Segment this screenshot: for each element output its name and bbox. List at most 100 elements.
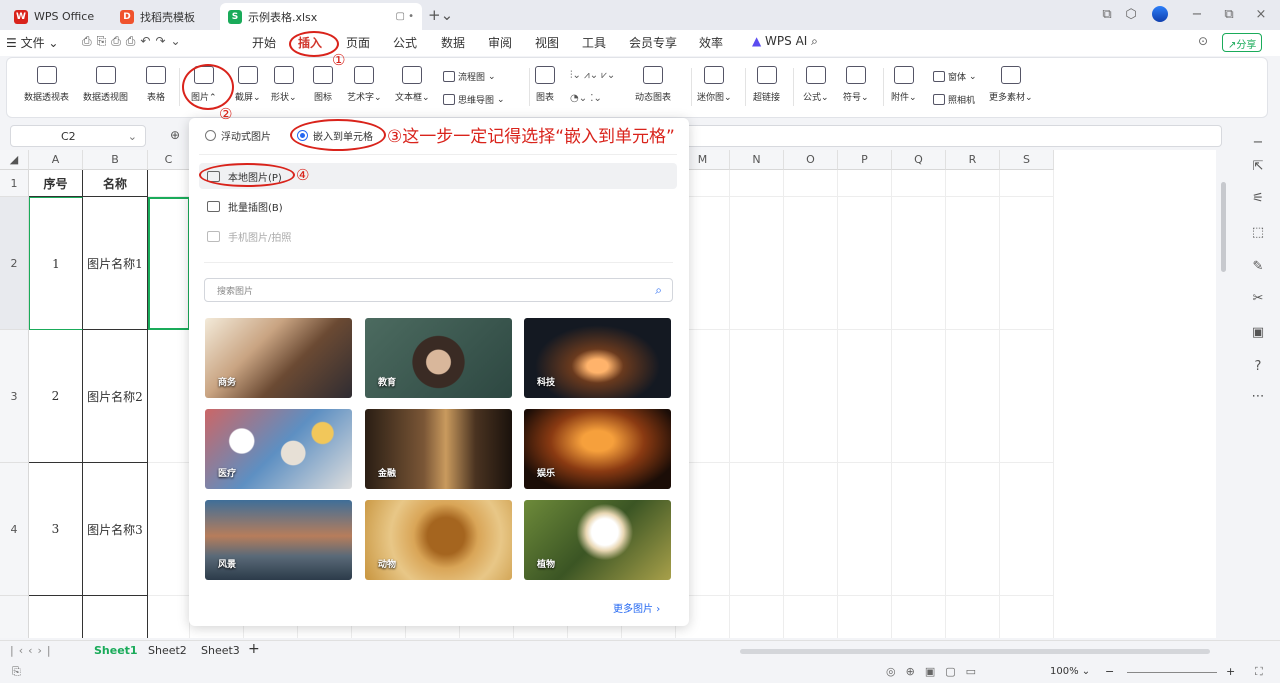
column-header[interactable]: R [946, 150, 1000, 170]
column-header[interactable]: A [29, 150, 83, 170]
scroll-thumb[interactable] [1221, 182, 1226, 272]
grid-cell[interactable] [1000, 170, 1054, 197]
attachment-button[interactable]: 附件⌄ [891, 66, 917, 103]
tab-workbook[interactable]: S 示例表格.xlsx ▢ • [220, 3, 422, 30]
grid-cell[interactable] [730, 596, 784, 638]
grid-cell[interactable] [946, 330, 1000, 463]
zoom-slider[interactable] [1127, 672, 1217, 673]
menu-file[interactable]: ☰ 文件 ⌄ [6, 34, 58, 51]
chart-button[interactable]: 图表 [535, 66, 555, 103]
menu-data[interactable]: 数据 [441, 34, 465, 51]
table-cell[interactable]: 图片名称1 [83, 197, 148, 330]
grid-cell[interactable] [946, 197, 1000, 330]
category-plants[interactable]: 植物 [524, 500, 671, 580]
help-icon[interactable]: ? [1249, 358, 1267, 376]
grid-cell[interactable] [838, 197, 892, 330]
zoom-out-icon[interactable]: − [1105, 665, 1114, 678]
formula-insert-button[interactable]: 公式⌄ [803, 66, 829, 103]
chart-type-buttons-2[interactable]: ◔⌄ ⁚⌄ [570, 93, 602, 104]
zoom-in-icon[interactable]: + [1226, 665, 1235, 678]
tools-icon[interactable]: ✂ [1249, 290, 1267, 308]
zoom-level[interactable]: 100% ⌄ [1050, 666, 1090, 677]
grid-cell[interactable] [946, 170, 1000, 197]
dynamic-chart-button[interactable]: 动态图表 [635, 66, 671, 103]
menu-member[interactable]: 会员专享 [629, 34, 677, 51]
close-icon[interactable]: × [1252, 6, 1270, 24]
window-layout-icon[interactable]: ⧉ [1098, 6, 1116, 24]
grid-cell[interactable] [784, 197, 838, 330]
row-header[interactable] [0, 596, 29, 638]
grid-cell[interactable] [730, 330, 784, 463]
grid-cell[interactable] [730, 197, 784, 330]
edit-icon[interactable]: ✎ [1249, 258, 1267, 276]
pivot-table-button[interactable]: 数据透视表 [24, 66, 69, 103]
flowchart-button[interactable]: 流程图 ⌄ [443, 70, 496, 83]
form-button[interactable]: 窗体 ⌄ [933, 70, 977, 83]
batch-insert-item[interactable]: 批量插图(B) [199, 193, 677, 219]
row-header[interactable]: 1 [0, 170, 29, 197]
category-medical[interactable]: 医疗 [205, 409, 352, 489]
category-finance[interactable]: 金融 [365, 409, 512, 489]
shape-button[interactable]: 形状⌄ [271, 66, 297, 103]
phone-picture-item[interactable]: 手机图片/拍照 [199, 223, 677, 249]
grid-cell[interactable] [730, 170, 784, 197]
category-animals[interactable]: 动物 [365, 500, 512, 580]
table-cell[interactable]: 1 [29, 197, 83, 330]
category-scenery[interactable]: 风景 [205, 500, 352, 580]
grid-cell[interactable] [784, 330, 838, 463]
avatar[interactable] [1152, 6, 1168, 22]
fullscreen-icon[interactable]: ⛶ [1255, 665, 1263, 679]
category-technology[interactable]: 科技 [524, 318, 671, 398]
menu-wps-ai[interactable]: ▲ WPS AI ⌕ [752, 34, 818, 49]
vertical-scrollbar[interactable] [1218, 170, 1228, 640]
grid-cell[interactable] [148, 170, 190, 197]
row-header[interactable]: 3 [0, 330, 29, 463]
sparkline-button[interactable]: 迷你图⌄ [697, 66, 732, 103]
column-header[interactable]: O [784, 150, 838, 170]
grid-cell[interactable] [838, 170, 892, 197]
name-box[interactable]: C2 ⌄ [10, 125, 146, 147]
grid-cell[interactable] [148, 596, 190, 638]
formula-input[interactable] [688, 125, 1222, 147]
wordart-button[interactable]: 艺术字⌄ [347, 66, 382, 103]
tab-template[interactable]: D 找稻壳模板 [112, 3, 203, 30]
selected-cell-c2[interactable] [148, 197, 190, 330]
settings-sliders-icon[interactable]: ⚟ [1249, 190, 1267, 208]
row-header[interactable]: 2 [0, 197, 29, 330]
grid-cell[interactable] [784, 596, 838, 638]
column-header[interactable]: B [83, 150, 148, 170]
grid-cell[interactable] [1000, 596, 1054, 638]
cube-icon[interactable]: ⬡ [1122, 6, 1140, 24]
grid-cell[interactable] [784, 170, 838, 197]
table-cell[interactable] [29, 596, 83, 638]
row-header[interactable]: 4 [0, 463, 29, 596]
menu-review[interactable]: 审阅 [488, 34, 512, 51]
category-education[interactable]: 教育 [365, 318, 512, 398]
table-cell[interactable] [83, 596, 148, 638]
quick-access-toolbar[interactable]: ⎙⎘⎙⎙↶↷⌄ [82, 34, 186, 49]
table-cell[interactable]: 图片名称2 [83, 330, 148, 463]
sheet-tab-2[interactable]: Sheet2 [148, 644, 187, 657]
menu-page[interactable]: 页面 [346, 34, 370, 51]
select-arrow-icon[interactable]: ⇱ [1249, 158, 1267, 176]
grid-cell[interactable] [892, 197, 946, 330]
column-header[interactable]: P [838, 150, 892, 170]
grid-cell[interactable] [946, 596, 1000, 638]
hyperlink-button[interactable]: 超链接 [753, 66, 780, 103]
grid-cell[interactable] [946, 463, 1000, 596]
tab-wps-office[interactable]: W WPS Office [6, 3, 102, 30]
table-cell[interactable]: 图片名称3 [83, 463, 148, 596]
grid-cell[interactable] [892, 463, 946, 596]
textbox-button[interactable]: 文本框⌄ [395, 66, 430, 103]
macro-icon[interactable]: ⎘ [12, 665, 21, 679]
book-icon[interactable]: ▣ [1249, 324, 1267, 342]
grid-cell[interactable] [838, 463, 892, 596]
share-button[interactable]: ↗分享 [1222, 33, 1263, 52]
new-tab-icon[interactable]: +⌄ [428, 6, 453, 24]
table-cell[interactable]: 3 [29, 463, 83, 596]
minimize-icon[interactable]: − [1188, 6, 1206, 24]
grid-cell[interactable] [1000, 197, 1054, 330]
table-cell[interactable]: 2 [29, 330, 83, 463]
more-assets-button[interactable]: 更多素材⌄ [989, 66, 1033, 103]
grid-cell[interactable] [892, 330, 946, 463]
